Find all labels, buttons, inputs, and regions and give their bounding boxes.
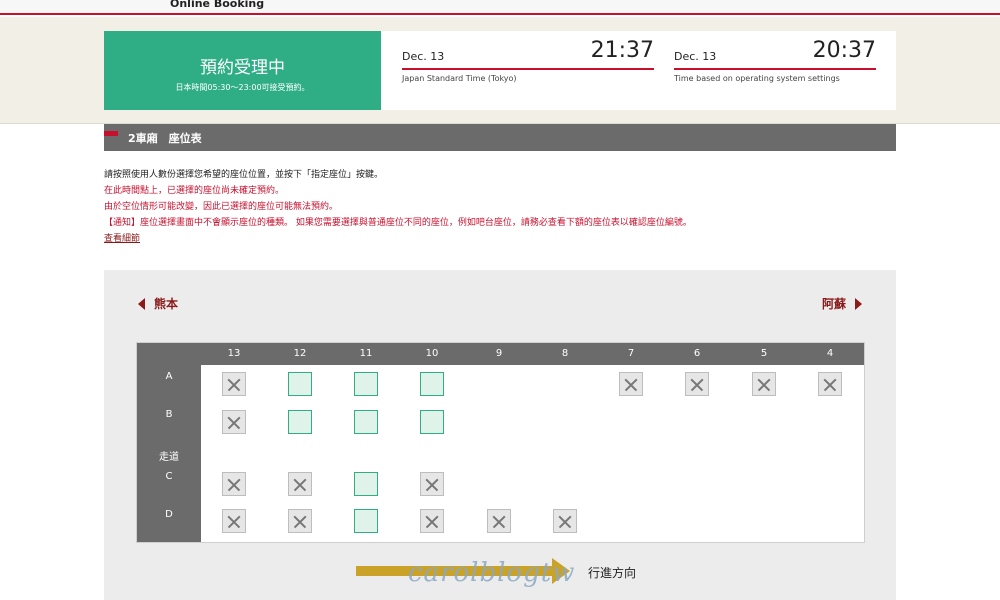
seat-column-label: 5: [760, 348, 768, 359]
seat-column-label: 9: [495, 348, 503, 359]
seat-available[interactable]: [288, 410, 312, 434]
left-arrow-icon: [138, 297, 145, 310]
seat-row-label: B: [165, 409, 173, 420]
seat-row-label: A: [165, 371, 173, 382]
top-bar: Online Booking: [0, 0, 1000, 15]
status-band: 預約受理中 日本時間05:30～23:00可接受預約。 Dec. 13 21:3…: [0, 17, 1000, 124]
red-flag-marker: [104, 131, 118, 136]
seat-available[interactable]: [420, 372, 444, 396]
seat-available[interactable]: [354, 372, 378, 396]
seat-taken: [420, 472, 444, 496]
reservation-hours: 日本時間05:30～23:00可接受預約。: [175, 83, 310, 92]
clock-time: 20:37: [812, 38, 876, 63]
clock-date: Dec. 13: [674, 50, 717, 63]
seat-taken: [288, 472, 312, 496]
seat-taken: [420, 509, 444, 533]
seat-taken: [222, 410, 246, 434]
clock-caption: Japan Standard Time (Tokyo): [402, 74, 517, 83]
car-header: 2車廂 座位表: [104, 124, 896, 151]
clock-time: 21:37: [590, 38, 654, 63]
direction-left: 熊本: [138, 295, 178, 312]
seat-row-label: 走道: [159, 452, 179, 463]
seat-available[interactable]: [354, 509, 378, 533]
seat-taken: [222, 472, 246, 496]
clock-date: Dec. 13: [402, 50, 445, 63]
direction-left-label: 熊本: [154, 297, 179, 311]
watermark: carolblogtw: [408, 558, 576, 588]
clock-divider: [674, 68, 876, 70]
seat-row-label: C: [165, 471, 173, 482]
seat-column-label: 11: [359, 348, 373, 359]
seat-taken: [685, 372, 709, 396]
seat-column-label: 6: [693, 348, 701, 359]
right-arrow-icon: [855, 297, 862, 310]
seat-column-label: 4: [826, 348, 834, 359]
seat-taken: [553, 509, 577, 533]
seat-available[interactable]: [420, 410, 444, 434]
seat-column-label: 10: [425, 348, 439, 359]
warning-line: 由於空位情形可能改變，因此已選擇的座位可能無法預約。: [104, 202, 339, 212]
seat-taken: [487, 509, 511, 533]
seat-taken: [288, 509, 312, 533]
brand-title: Online Booking: [170, 0, 265, 10]
seat-taken: [222, 509, 246, 533]
seat-taken: [818, 372, 842, 396]
seat-available[interactable]: [354, 410, 378, 434]
reservation-status-title: 預約受理中: [200, 58, 285, 78]
seat-column-label: 12: [293, 348, 307, 359]
reservation-status-panel: 預約受理中 日本時間05:30～23:00可接受預約。: [104, 31, 381, 110]
seat-taken: [619, 372, 643, 396]
direction-right-label: 阿蘇: [821, 297, 846, 311]
seat-map: 13 12 11 10 9 8 7 6 5 4 A B 走道 C D: [136, 342, 865, 543]
notice-line: 【通知】座位選擇畫面中不會顯示座位的種類。 如果您需要選擇與普通座位不同的座位，…: [104, 218, 692, 228]
seat-available[interactable]: [288, 372, 312, 396]
seat-taken: [752, 372, 776, 396]
seat-row-label: D: [165, 509, 173, 520]
view-details-link[interactable]: 查看細節: [104, 234, 140, 244]
seat-map-panel: 熊本 阿蘇 13 12 11 10 9 8 7 6 5 4 A B 走道 C D 行進方向 carolblo…: [104, 270, 896, 600]
seat-column-label: 7: [627, 348, 635, 359]
seat-column-label: 13: [227, 348, 241, 359]
car-title: 2車廂 座位表: [128, 132, 202, 145]
instructions: 請按照使用人數份選擇您希望的座位位置，並按下「指定座位」按鍵。 在此時間點上，已…: [104, 167, 692, 247]
direction-right: 阿蘇: [822, 295, 862, 312]
seat-available[interactable]: [354, 472, 378, 496]
clock-divider: [402, 68, 654, 70]
travel-direction-label: 行進方向: [588, 566, 637, 580]
clock-caption: Time based on operating system settings: [674, 74, 840, 83]
warning-line: 在此時間點上，已選擇的座位尚未確定預約。: [104, 186, 285, 196]
instruction-line: 請按照使用人數份選擇您希望的座位位置，並按下「指定座位」按鍵。: [104, 170, 384, 180]
seat-taken: [222, 372, 246, 396]
seat-column-label: 8: [561, 348, 569, 359]
clock-panel: Dec. 13 21:37 Japan Standard Time (Tokyo…: [381, 31, 896, 110]
